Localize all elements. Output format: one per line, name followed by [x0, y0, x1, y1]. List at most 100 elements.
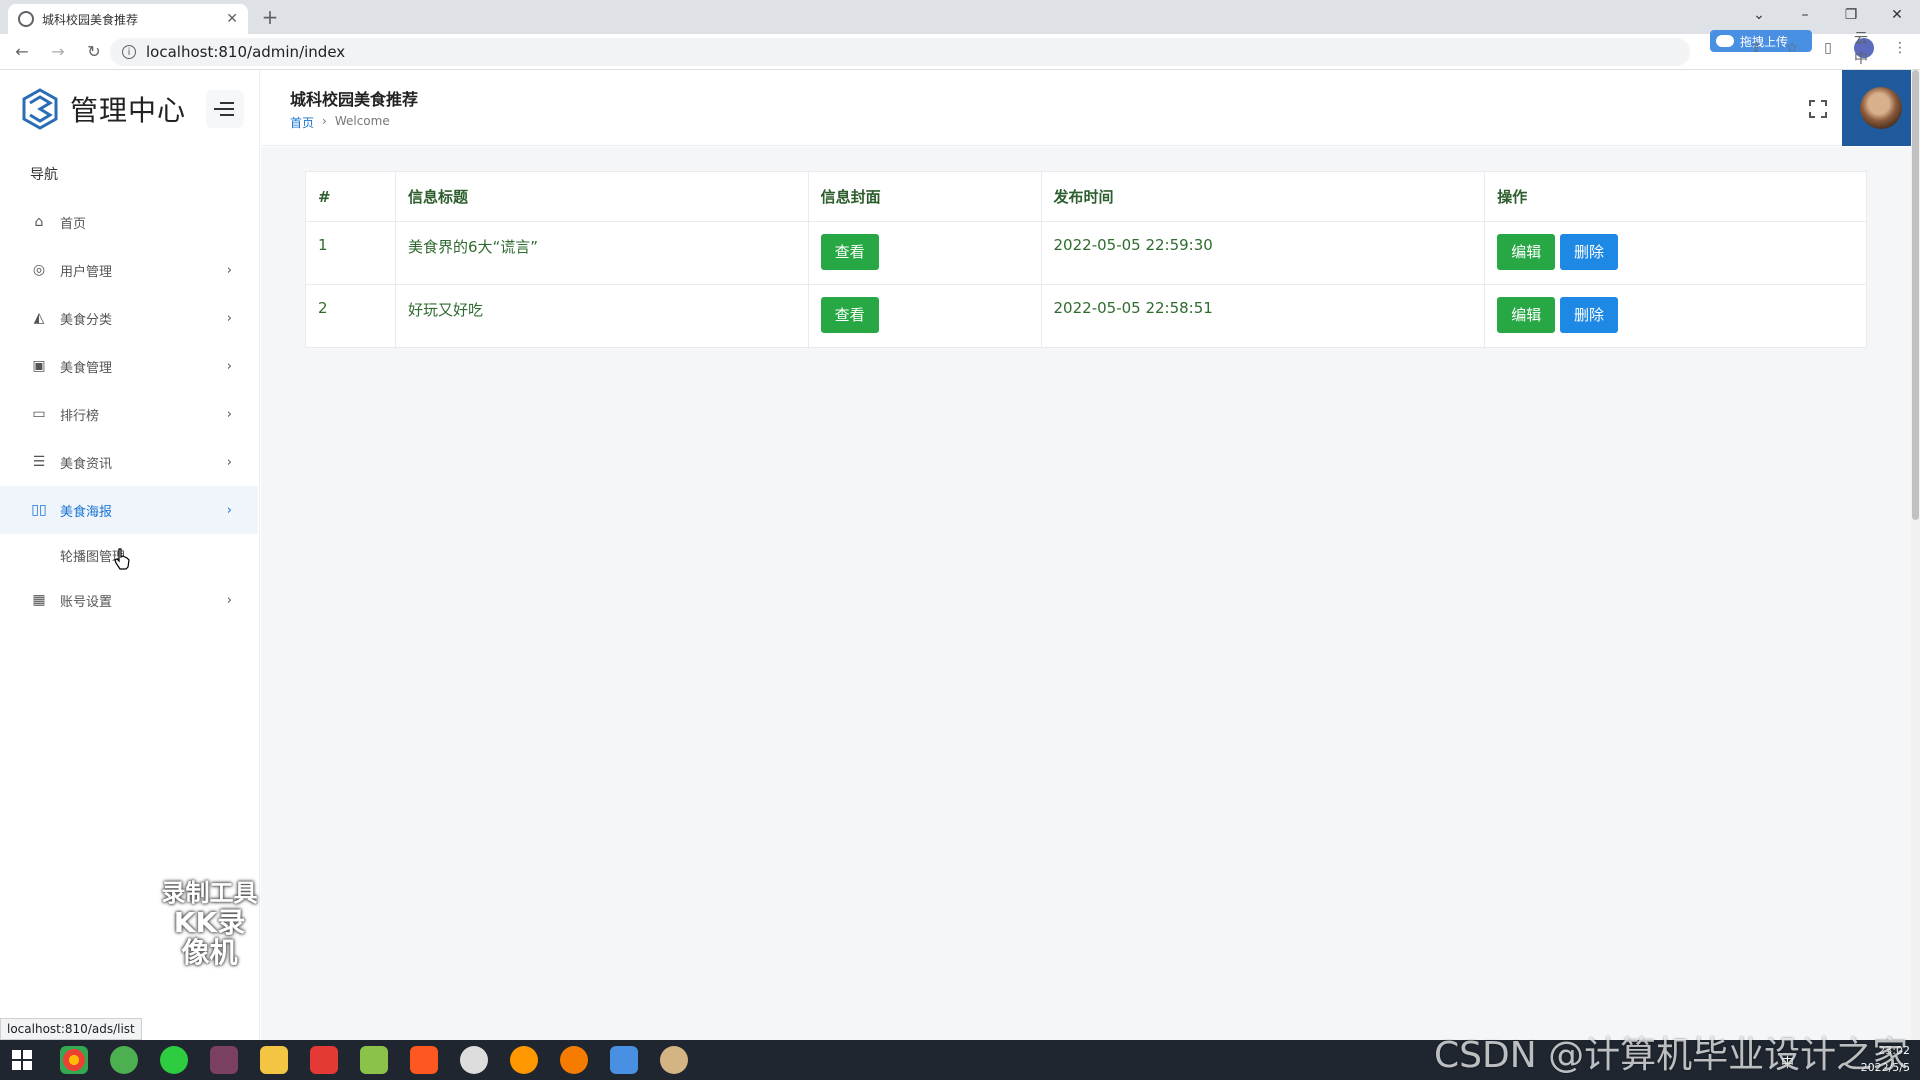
sidebar-item-label: 美食分类 — [60, 312, 113, 328]
chevron-right-icon: › — [226, 358, 232, 374]
menu-dots-icon[interactable]: ⋮ — [1890, 38, 1910, 58]
forward-icon[interactable]: → — [44, 38, 72, 66]
browser-tab[interactable]: 城科校园美食推荐 ✕ — [8, 4, 248, 34]
sidebar-item-account[interactable]: ▦ 账号设置 › — [0, 576, 258, 624]
actions-cell: 编辑 删除 — [1484, 284, 1867, 348]
row-title: 好玩又好吃 — [394, 284, 809, 348]
sidebar-item-food[interactable]: ▣ 美食管理 › — [0, 342, 258, 390]
chevron-right-icon: › — [226, 262, 232, 278]
new-tab-button[interactable]: + — [258, 6, 282, 30]
browser-toolbar: ← → ↻ i localhost:810/admin/index — [0, 34, 1920, 70]
menu-toggle-button[interactable] — [206, 90, 244, 128]
ranking-icon: ▭ — [32, 406, 46, 422]
sidebar-item-label: 美食管理 — [60, 360, 113, 376]
address-bar[interactable]: i localhost:810/admin/index — [110, 38, 1690, 66]
delete-button[interactable]: 删除 — [1560, 234, 1619, 270]
bookmark-star-icon[interactable]: ☆ — [1782, 38, 1802, 58]
tab-title: 城科校园美食推荐 — [42, 12, 139, 27]
search-icon[interactable] — [510, 1046, 538, 1074]
notepad-icon[interactable] — [360, 1046, 388, 1074]
brand-title: 管理中心 — [70, 94, 187, 127]
info-icon[interactable]: i — [122, 45, 136, 59]
breadcrumb: 首页 › Welcome — [290, 114, 390, 131]
breadcrumb-separator: › — [322, 114, 327, 128]
sidebar-item-ranking[interactable]: ▭ 排行榜 › — [0, 390, 258, 438]
table-row: 2 好玩又好吃 查看 2022-05-05 22:58:51 编辑 删除 — [305, 284, 1867, 348]
watermark-line1: 录制工具 — [161, 879, 258, 907]
hand-cursor-icon — [114, 548, 130, 570]
row-index: 2 — [305, 284, 396, 348]
row-time: 2022-05-05 22:58:51 — [1040, 284, 1486, 348]
close-icon[interactable]: ✕ — [226, 11, 238, 27]
poster-icon: ▯▯ — [31, 502, 47, 518]
sidepanel-icon[interactable]: ▯ — [1818, 38, 1838, 58]
watermark-line2: KK录像机 — [173, 906, 246, 969]
app-orange-icon[interactable] — [560, 1046, 588, 1074]
sidebar-item-label: 美食海报 — [60, 504, 113, 520]
chrome-icon[interactable] — [60, 1046, 88, 1074]
page-scrollbar[interactable] — [1911, 70, 1920, 1040]
app-tool-icon[interactable] — [210, 1046, 238, 1074]
delete-button[interactable]: 删除 — [1560, 297, 1619, 333]
media-icon[interactable] — [410, 1046, 438, 1074]
avatar — [1860, 87, 1902, 129]
tab-search-icon[interactable]: ⌄ — [1736, 0, 1782, 30]
wechat-icon[interactable] — [160, 1046, 188, 1074]
category-icon: ◭ — [33, 310, 45, 326]
edit-button[interactable]: 编辑 — [1497, 234, 1556, 270]
chevron-right-icon: › — [226, 310, 232, 326]
share-icon[interactable]: ⇪ — [1746, 38, 1766, 58]
sidebar-item-poster[interactable]: ▯▯ 美食海报 › — [0, 486, 258, 534]
row-title: 美食界的6大“谎言” — [394, 221, 809, 285]
user-menu[interactable] — [1842, 70, 1920, 146]
app-avatar-icon[interactable] — [660, 1046, 688, 1074]
window-close-icon[interactable]: ✕ — [1874, 0, 1920, 30]
reload-icon[interactable]: ↻ — [80, 38, 108, 66]
csdn-watermark: CSDN @计算机毕业设计之家 — [1434, 1035, 1909, 1076]
url-text: localhost:810/admin/index — [146, 43, 346, 61]
actions-cell: 编辑 删除 — [1484, 221, 1867, 285]
windows-start-icon[interactable] — [12, 1050, 32, 1070]
page-header: 城科校园美食推荐 首页 › Welcome — [261, 70, 1920, 146]
scrollbar-thumb[interactable] — [1912, 70, 1919, 520]
home-icon: ⌂ — [34, 214, 44, 230]
back-icon[interactable]: ← — [8, 38, 36, 66]
cloud-icon — [1716, 35, 1734, 47]
brand[interactable]: 管理中心 — [20, 84, 186, 134]
table-header-row: # 信息标题 信息封面 发布时间 操作 — [305, 171, 1867, 222]
sidebar-item-users[interactable]: ◎ 用户管理 › — [0, 246, 258, 294]
edit-button[interactable]: 编辑 — [1497, 297, 1556, 333]
folder-icon[interactable] — [260, 1046, 288, 1074]
breadcrumb-home[interactable]: 首页 — [290, 114, 314, 131]
sidebar-item-label: 账号设置 — [60, 594, 113, 610]
list-icon: ☰ — [32, 454, 46, 470]
logo-icon — [22, 88, 58, 130]
column-header: 信息封面 — [807, 171, 1042, 222]
recorder-watermark: 录制工具 KK录像机 — [160, 878, 259, 968]
ads-table: # 信息标题 信息封面 发布时间 操作 1 美食界的6大“谎言” 查看 2022… — [305, 171, 1867, 348]
main-content: # 信息标题 信息封面 发布时间 操作 1 美食界的6大“谎言” 查看 2022… — [261, 147, 1911, 1040]
nav-caption: 导航 — [30, 167, 58, 183]
app-green-icon[interactable] — [110, 1046, 138, 1074]
breadcrumb-current: Welcome — [334, 114, 390, 128]
profile-avatar[interactable]: 云中 — [1854, 31, 1874, 67]
cloud-drive-icon[interactable] — [610, 1046, 638, 1074]
page-title: 城科校园美食推荐 — [290, 90, 419, 109]
wps-icon[interactable] — [310, 1046, 338, 1074]
window-controls: ⌄ – ❐ ✕ — [1736, 0, 1920, 30]
restore-icon[interactable]: ❐ — [1828, 0, 1874, 30]
sidebar-item-label: 排行榜 — [60, 408, 100, 424]
sidebar-item-category[interactable]: ◭ 美食分类 › — [0, 294, 258, 342]
sidebar-item-home[interactable]: ⌂ 首页 — [0, 198, 258, 246]
view-cover-button[interactable]: 查看 — [820, 297, 879, 333]
chat-icon[interactable] — [460, 1046, 488, 1074]
chevron-right-icon: › — [226, 502, 232, 518]
view-cover-button[interactable]: 查看 — [820, 234, 879, 270]
column-header: 发布时间 — [1040, 171, 1486, 222]
globe-icon — [18, 11, 34, 27]
minimize-icon[interactable]: – — [1782, 0, 1828, 30]
sidebar-item-news[interactable]: ☰ 美食资讯 › — [0, 438, 258, 486]
sidebar-item-label: 美食资讯 — [60, 456, 113, 472]
toolbar-actions: ⇪ ☆ ▯ 云中 ⋮ — [1746, 31, 1910, 67]
fullscreen-icon[interactable] — [1809, 100, 1827, 118]
